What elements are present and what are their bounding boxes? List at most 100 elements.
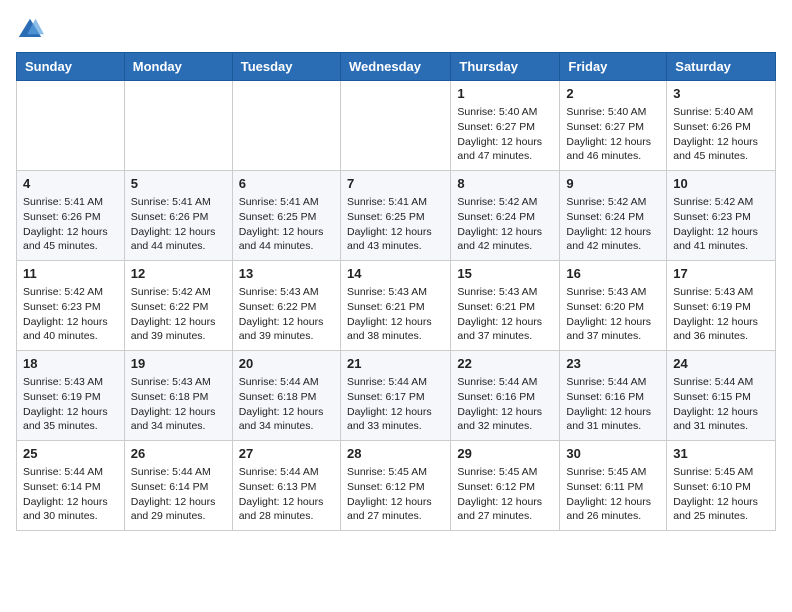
day-number: 31 [673, 445, 769, 463]
calendar-cell: 9Sunrise: 5:42 AMSunset: 6:24 PMDaylight… [560, 171, 667, 261]
day-info: Daylight: 12 hours [239, 405, 334, 420]
day-info: Daylight: 12 hours [23, 405, 118, 420]
week-row-2: 4Sunrise: 5:41 AMSunset: 6:26 PMDaylight… [17, 171, 776, 261]
week-row-5: 25Sunrise: 5:44 AMSunset: 6:14 PMDayligh… [17, 441, 776, 531]
day-number: 21 [347, 355, 444, 373]
day-info: and 27 minutes. [347, 509, 444, 524]
day-info: Sunrise: 5:42 AM [566, 195, 660, 210]
day-info: Daylight: 12 hours [347, 315, 444, 330]
day-info: Sunset: 6:20 PM [566, 300, 660, 315]
day-info: Daylight: 12 hours [457, 495, 553, 510]
day-info: Daylight: 12 hours [566, 405, 660, 420]
day-info: Daylight: 12 hours [131, 405, 226, 420]
day-header-tuesday: Tuesday [232, 53, 340, 81]
day-info: and 47 minutes. [457, 149, 553, 164]
day-info: Daylight: 12 hours [347, 405, 444, 420]
day-info: Daylight: 12 hours [131, 315, 226, 330]
day-header-friday: Friday [560, 53, 667, 81]
day-number: 26 [131, 445, 226, 463]
day-info: Sunrise: 5:44 AM [457, 375, 553, 390]
calendar-cell: 14Sunrise: 5:43 AMSunset: 6:21 PMDayligh… [340, 261, 450, 351]
day-number: 19 [131, 355, 226, 373]
day-number: 25 [23, 445, 118, 463]
day-info: Sunrise: 5:42 AM [457, 195, 553, 210]
day-info: Sunrise: 5:44 AM [23, 465, 118, 480]
day-number: 20 [239, 355, 334, 373]
week-row-3: 11Sunrise: 5:42 AMSunset: 6:23 PMDayligh… [17, 261, 776, 351]
day-info: Sunset: 6:25 PM [347, 210, 444, 225]
day-info: Sunset: 6:25 PM [239, 210, 334, 225]
day-number: 12 [131, 265, 226, 283]
calendar-cell: 7Sunrise: 5:41 AMSunset: 6:25 PMDaylight… [340, 171, 450, 261]
week-row-4: 18Sunrise: 5:43 AMSunset: 6:19 PMDayligh… [17, 351, 776, 441]
day-info: Sunset: 6:26 PM [673, 120, 769, 135]
day-info: Sunrise: 5:42 AM [23, 285, 118, 300]
day-info: and 43 minutes. [347, 239, 444, 254]
day-info: Sunrise: 5:40 AM [566, 105, 660, 120]
day-info: Sunrise: 5:44 AM [239, 375, 334, 390]
day-number: 6 [239, 175, 334, 193]
calendar-cell: 19Sunrise: 5:43 AMSunset: 6:18 PMDayligh… [124, 351, 232, 441]
day-info: Sunrise: 5:43 AM [457, 285, 553, 300]
day-info: and 31 minutes. [566, 419, 660, 434]
day-info: Daylight: 12 hours [23, 495, 118, 510]
day-info: Sunrise: 5:42 AM [673, 195, 769, 210]
calendar-cell: 24Sunrise: 5:44 AMSunset: 6:15 PMDayligh… [667, 351, 776, 441]
day-info: Sunrise: 5:43 AM [131, 375, 226, 390]
day-info: and 34 minutes. [131, 419, 226, 434]
calendar-cell: 31Sunrise: 5:45 AMSunset: 6:10 PMDayligh… [667, 441, 776, 531]
day-info: Sunset: 6:27 PM [457, 120, 553, 135]
day-header-monday: Monday [124, 53, 232, 81]
day-info: Sunset: 6:14 PM [131, 480, 226, 495]
calendar-cell [124, 81, 232, 171]
day-info: Daylight: 12 hours [673, 135, 769, 150]
calendar-cell: 22Sunrise: 5:44 AMSunset: 6:16 PMDayligh… [451, 351, 560, 441]
day-info: and 34 minutes. [239, 419, 334, 434]
day-info: and 42 minutes. [457, 239, 553, 254]
day-info: and 39 minutes. [239, 329, 334, 344]
calendar-cell: 11Sunrise: 5:42 AMSunset: 6:23 PMDayligh… [17, 261, 125, 351]
day-number: 24 [673, 355, 769, 373]
day-number: 7 [347, 175, 444, 193]
day-number: 23 [566, 355, 660, 373]
day-info: and 32 minutes. [457, 419, 553, 434]
day-number: 18 [23, 355, 118, 373]
day-info: Sunset: 6:14 PM [23, 480, 118, 495]
calendar-cell: 8Sunrise: 5:42 AMSunset: 6:24 PMDaylight… [451, 171, 560, 261]
day-info: and 37 minutes. [457, 329, 553, 344]
day-number: 9 [566, 175, 660, 193]
day-info: Daylight: 12 hours [673, 315, 769, 330]
day-info: Sunset: 6:18 PM [239, 390, 334, 405]
day-info: Sunrise: 5:44 AM [566, 375, 660, 390]
day-info: Sunset: 6:26 PM [131, 210, 226, 225]
day-info: Sunset: 6:26 PM [23, 210, 118, 225]
day-info: Sunset: 6:21 PM [457, 300, 553, 315]
day-number: 5 [131, 175, 226, 193]
day-info: Daylight: 12 hours [239, 315, 334, 330]
day-info: and 41 minutes. [673, 239, 769, 254]
day-info: Sunrise: 5:45 AM [457, 465, 553, 480]
day-info: Daylight: 12 hours [566, 315, 660, 330]
calendar-cell: 26Sunrise: 5:44 AMSunset: 6:14 PMDayligh… [124, 441, 232, 531]
calendar-cell: 2Sunrise: 5:40 AMSunset: 6:27 PMDaylight… [560, 81, 667, 171]
day-info: Sunset: 6:19 PM [23, 390, 118, 405]
day-info: Sunrise: 5:41 AM [131, 195, 226, 210]
day-header-wednesday: Wednesday [340, 53, 450, 81]
day-number: 13 [239, 265, 334, 283]
day-info: and 45 minutes. [673, 149, 769, 164]
day-info: and 39 minutes. [131, 329, 226, 344]
day-info: Sunset: 6:11 PM [566, 480, 660, 495]
day-info: and 25 minutes. [673, 509, 769, 524]
day-info: Sunrise: 5:44 AM [347, 375, 444, 390]
day-info: Sunset: 6:23 PM [23, 300, 118, 315]
day-number: 2 [566, 85, 660, 103]
calendar-cell: 13Sunrise: 5:43 AMSunset: 6:22 PMDayligh… [232, 261, 340, 351]
day-number: 10 [673, 175, 769, 193]
day-info: Sunrise: 5:40 AM [457, 105, 553, 120]
day-number: 16 [566, 265, 660, 283]
calendar-cell: 20 Sunrise: 5:44 AMSunset: 6:18 PMDayligh… [232, 351, 340, 441]
page-header [16, 16, 776, 44]
day-info: Daylight: 12 hours [131, 495, 226, 510]
calendar-cell: 6Sunrise: 5:41 AMSunset: 6:25 PMDaylight… [232, 171, 340, 261]
day-number: 8 [457, 175, 553, 193]
